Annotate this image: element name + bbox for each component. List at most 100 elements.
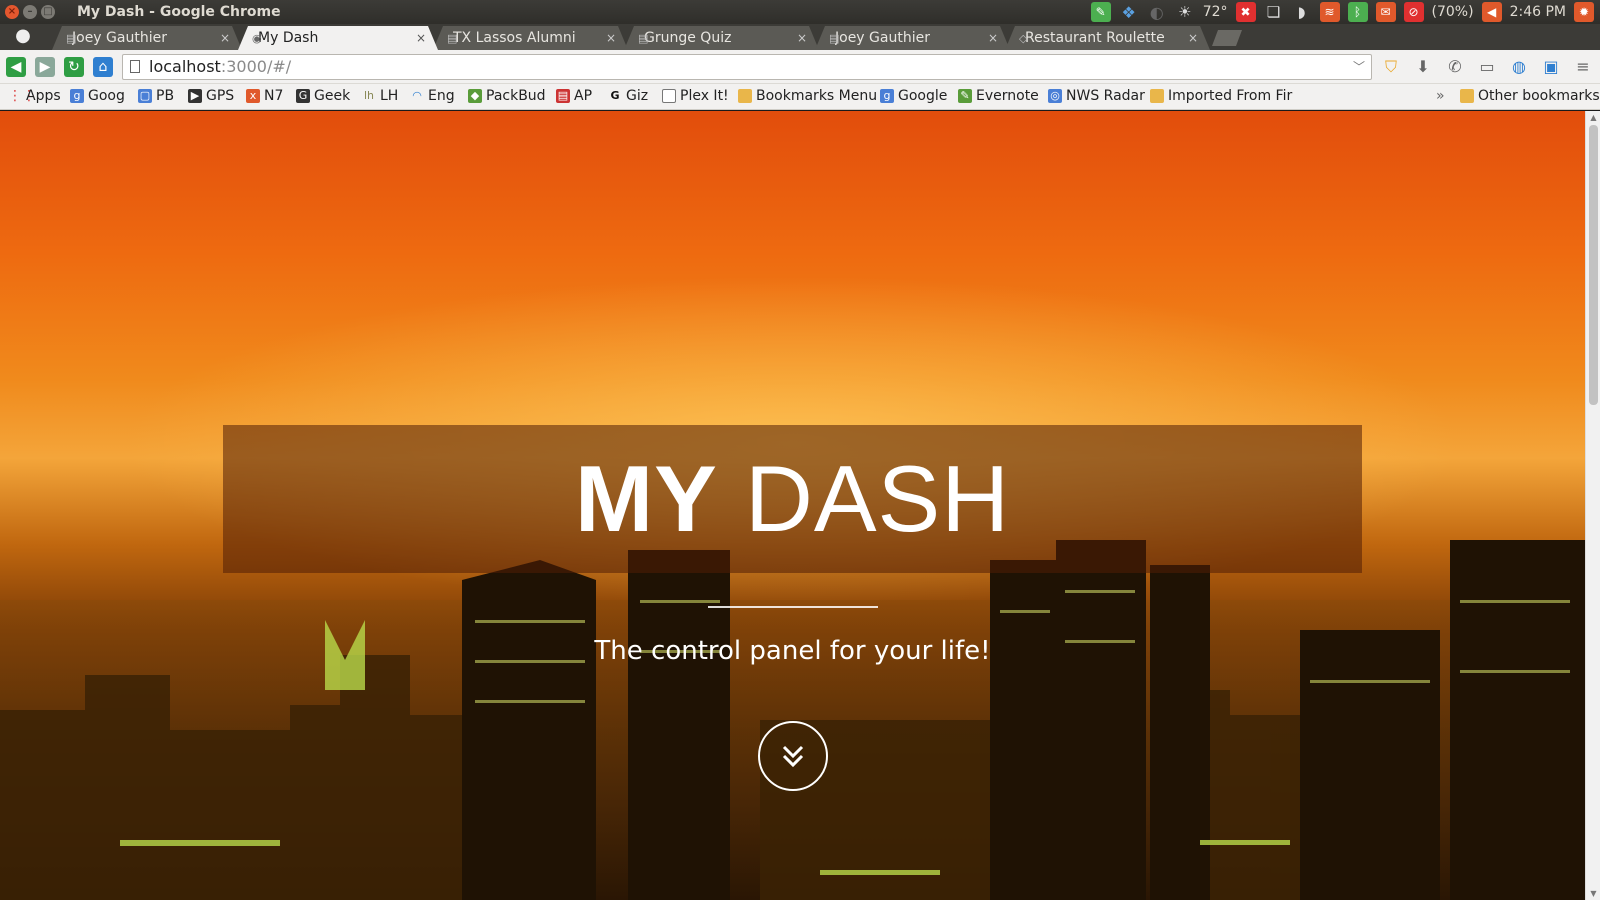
hero-tagline: The control panel for your life! bbox=[594, 636, 991, 666]
chat-icon[interactable]: ✆ bbox=[1444, 56, 1466, 78]
reload-icon[interactable]: ↻ bbox=[64, 57, 84, 77]
tab-close-icon[interactable]: × bbox=[797, 31, 807, 45]
page-info-icon[interactable] bbox=[130, 60, 140, 73]
new-tab-button[interactable] bbox=[1212, 30, 1242, 46]
play-icon: ▶ bbox=[188, 89, 202, 103]
crossover-icon[interactable]: ✖ bbox=[1235, 2, 1256, 22]
scroll-down-arrow-icon[interactable]: ▼ bbox=[1586, 889, 1600, 898]
home-icon[interactable]: ⌂ bbox=[93, 57, 113, 77]
page-scrollbar[interactable]: ▲ ▼ bbox=[1585, 111, 1600, 900]
globe-extension-icon[interactable]: ◍ bbox=[1508, 56, 1530, 78]
window-close-button[interactable]: × bbox=[5, 5, 19, 19]
xda-icon: x bbox=[246, 89, 260, 103]
bookmark-folder-imported[interactable]: Imported From Fir bbox=[1150, 88, 1292, 104]
hero-divider bbox=[708, 606, 878, 608]
download-icon[interactable]: ⬇ bbox=[1412, 56, 1434, 78]
tab-label: Joey Gauthier bbox=[835, 30, 930, 46]
bookmark-geek[interactable]: G Geek bbox=[296, 88, 350, 104]
bookmark-star-icon[interactable]: ﹀ bbox=[1353, 55, 1365, 79]
android-icon: ◆ bbox=[468, 89, 482, 103]
screen-icon[interactable]: ▣ bbox=[1540, 56, 1562, 78]
tab-label: My Dash bbox=[258, 30, 319, 46]
tab-close-icon[interactable]: × bbox=[988, 31, 998, 45]
page-icon: ▤ bbox=[447, 31, 458, 45]
lh-icon: lh bbox=[363, 89, 375, 102]
address-bar[interactable]: localhost:3000/#/ ﹀ bbox=[122, 54, 1372, 80]
temperature-readout[interactable]: 72° bbox=[1203, 4, 1228, 20]
code-icon: ◇ bbox=[1019, 31, 1028, 45]
tab-my-dash[interactable]: ◉ My Dash × bbox=[238, 26, 438, 50]
bookmark-goog[interactable]: g Goog bbox=[70, 88, 125, 104]
indicator-toggle-icon[interactable]: ◗ bbox=[1292, 2, 1312, 22]
profile-avatar-icon[interactable]: ● bbox=[12, 25, 34, 49]
battery-icon[interactable]: ⊘ bbox=[1403, 2, 1424, 22]
dropbox-icon[interactable]: ❖ bbox=[1119, 2, 1139, 22]
tab-close-icon[interactable]: × bbox=[416, 31, 426, 45]
clipboard-icon[interactable]: ❏ bbox=[1264, 2, 1284, 22]
extension-shield-icon[interactable]: ⛉ bbox=[1380, 56, 1402, 78]
volume-icon[interactable]: ◀ bbox=[1481, 2, 1502, 22]
evernote-icon: ✎ bbox=[958, 89, 972, 103]
clock[interactable]: 2:46 PM bbox=[1510, 4, 1566, 20]
bookmark-folder-other[interactable]: Other bookmarks bbox=[1460, 88, 1600, 104]
bookmark-ap[interactable]: ▤ AP bbox=[556, 88, 592, 104]
tab-strip: ● ▤ Joey Gauthier × ▤ TX Lassos Alumni ×… bbox=[0, 24, 1600, 50]
url-host: localhost bbox=[149, 57, 221, 76]
double-chevron-down-icon bbox=[782, 745, 804, 768]
page-icon: ▤ bbox=[829, 31, 840, 45]
bookmark-giz[interactable]: G Giz bbox=[608, 88, 648, 104]
page-icon bbox=[662, 89, 676, 103]
tab-label: Joey Gauthier bbox=[72, 30, 167, 46]
feed-icon: ◠ bbox=[412, 89, 422, 102]
menu-hamburger-icon[interactable]: ≡ bbox=[1572, 56, 1594, 78]
sync-icon[interactable]: ◐ bbox=[1147, 2, 1167, 22]
battery-percent[interactable]: (70%) bbox=[1432, 4, 1474, 20]
tab-joey-gauthier[interactable]: ▤ Joey Gauthier × bbox=[52, 26, 242, 50]
bookmark-google[interactable]: g Google bbox=[880, 88, 947, 104]
bookmark-eng[interactable]: ◠ Eng bbox=[410, 88, 454, 104]
globe-icon: ◉ bbox=[252, 31, 262, 45]
wifi-icon[interactable]: ≋ bbox=[1319, 2, 1340, 22]
mail-icon[interactable]: ✉ bbox=[1375, 2, 1396, 22]
bookmark-apps[interactable]: ⋮⋮ Apps bbox=[8, 88, 61, 104]
tab-tx-lassos-alumni[interactable]: ▤ TX Lassos Alumni × bbox=[433, 26, 628, 50]
window-minimize-button[interactable]: – bbox=[23, 5, 37, 19]
bookmark-folder-bookmarks-menu[interactable]: Bookmarks Menu bbox=[738, 88, 877, 104]
bookmarks-bar: ⋮⋮ Apps g Goog ▢ PB ▶ GPS x N7 G Geek lh LH ◠ En… bbox=[0, 84, 1600, 110]
tab-close-icon[interactable]: × bbox=[1188, 31, 1198, 45]
tab-close-icon[interactable]: × bbox=[220, 31, 230, 45]
window-title: My Dash - Google Chrome bbox=[77, 4, 281, 20]
bookmark-pb[interactable]: ▢ PB bbox=[138, 88, 174, 104]
system-indicators: ✎ ❖ ◐ ☀ 72° ✖ ❏ ◗ ≋ ᛒ ✉ ⊘ (70%) ◀ 2:46 P… bbox=[1090, 0, 1600, 24]
hero-title-bold: MY bbox=[574, 446, 718, 551]
evernote-indicator-icon[interactable]: ✎ bbox=[1090, 2, 1111, 22]
pb-icon: ▢ bbox=[138, 89, 152, 103]
forward-arrow-icon[interactable]: ▶ bbox=[35, 57, 55, 77]
scroll-up-arrow-icon[interactable]: ▲ bbox=[1586, 113, 1600, 122]
tab-close-icon[interactable]: × bbox=[606, 31, 616, 45]
bookmark-packbud[interactable]: ◆ PackBud bbox=[468, 88, 546, 104]
back-arrow-icon[interactable]: ◀ bbox=[6, 57, 26, 77]
cast-icon[interactable]: ▭ bbox=[1476, 56, 1498, 78]
bookmarks-overflow-chevron[interactable]: » bbox=[1436, 88, 1445, 104]
bookmark-gps[interactable]: ▶ GPS bbox=[188, 88, 234, 104]
bookmark-evernote[interactable]: ✎ Evernote bbox=[958, 88, 1039, 104]
window-titlebar: × – □ My Dash - Google Chrome ✎ ❖ ◐ ☀ 72… bbox=[0, 0, 1600, 24]
scroll-down-button[interactable] bbox=[758, 721, 828, 791]
bookmark-lh[interactable]: lh LH bbox=[362, 88, 398, 104]
tab-restaurant-roulette[interactable]: ◇ Restaurant Roulette × bbox=[1005, 26, 1210, 50]
hero-banner: MY DASH bbox=[223, 425, 1362, 573]
weather-sun-icon[interactable]: ☀ bbox=[1175, 2, 1195, 22]
bookmark-plex-it[interactable]: Plex It! bbox=[662, 88, 729, 104]
window-controls: × – □ bbox=[5, 5, 67, 19]
window-maximize-button[interactable]: □ bbox=[41, 5, 55, 19]
bluetooth-icon[interactable]: ᛒ bbox=[1347, 2, 1368, 22]
browser-toolbar: ◀ ▶ ↻ ⌂ localhost:3000/#/ ﹀ ⛉ ⬇ ✆ ▭ ◍ ▣ … bbox=[0, 50, 1600, 84]
tab-joey-gauthier-2[interactable]: ▤ Joey Gauthier × bbox=[815, 26, 1010, 50]
bookmark-n7[interactable]: x N7 bbox=[246, 88, 283, 104]
bookmark-nws-radar[interactable]: ◎ NWS Radar bbox=[1048, 88, 1145, 104]
tab-grunge-quiz[interactable]: ▤ Grunge Quiz × bbox=[624, 26, 819, 50]
page-viewport: MY DASH The control panel for your life! bbox=[0, 111, 1585, 900]
scrollbar-thumb[interactable] bbox=[1589, 125, 1598, 405]
settings-gear-icon[interactable]: ✹ bbox=[1574, 2, 1594, 22]
